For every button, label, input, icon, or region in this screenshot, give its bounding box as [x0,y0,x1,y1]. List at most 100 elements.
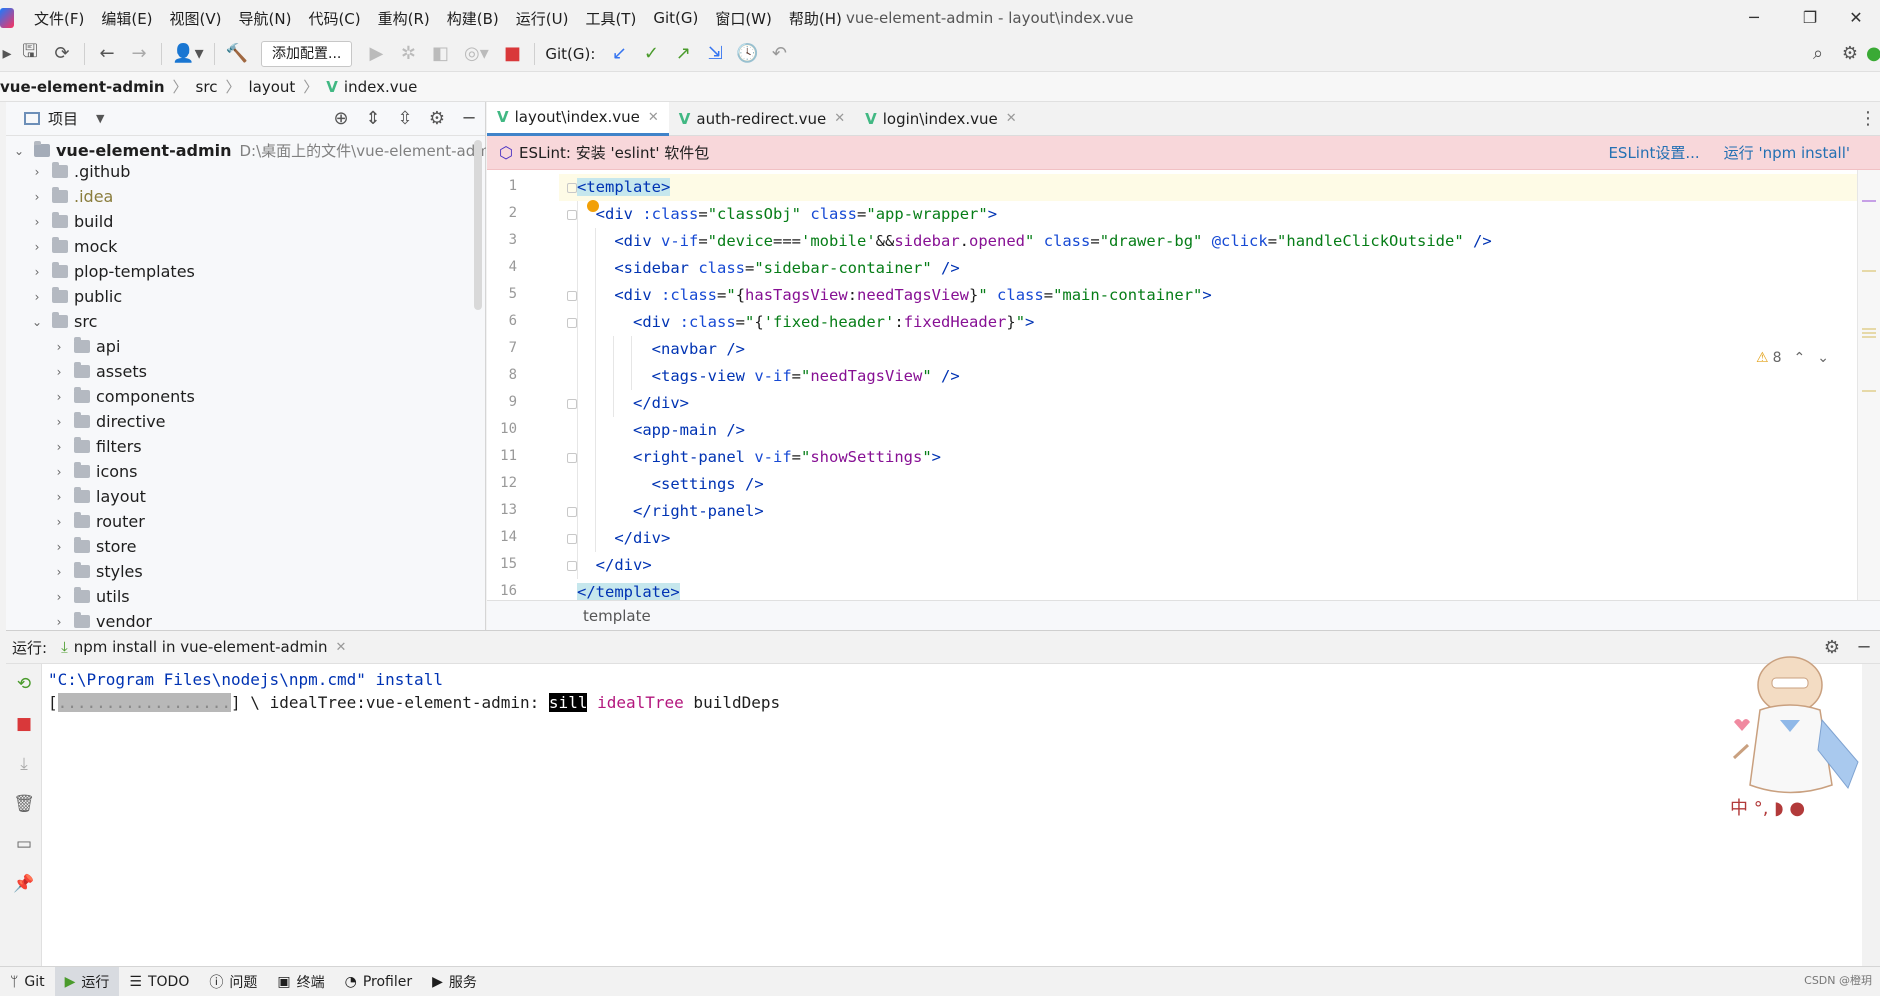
toolwindow-terminal[interactable]: ▣ 终端 [267,967,334,996]
chevron-right-icon[interactable]: › [50,540,68,554]
chevron-down-icon[interactable]: ▼ [96,112,104,125]
more-options-icon[interactable]: ⋮ [1856,108,1880,129]
close-icon[interactable]: ✕ [336,640,347,655]
build-hammer-icon[interactable]: 🔨 [221,43,253,64]
close-icon[interactable]: ✕ [834,111,845,126]
chevron-right-icon[interactable]: › [28,265,46,279]
options-gear-icon[interactable]: ⚙ [421,108,453,129]
chevron-right-icon[interactable]: › [50,340,68,354]
add-configuration-button[interactable]: 添加配置... [261,40,353,67]
tree-item[interactable]: › api [50,334,120,359]
run-icon[interactable]: ▶ [360,43,392,64]
menu-git[interactable]: Git(G) [653,9,698,27]
menu-edit[interactable]: 编辑(E) [101,8,152,29]
next-highlight-icon[interactable]: ⌄ [1817,350,1829,366]
editor-scrollbar-strip[interactable] [1857,170,1880,600]
stop-icon[interactable]: ■ [496,43,528,64]
previous-highlight-icon[interactable]: ⌃ [1794,350,1806,366]
history-icon[interactable]: 🕓 [731,43,763,64]
tree-item[interactable]: › router [50,509,145,534]
run-npm-install-link[interactable]: 运行 'npm install' [1724,142,1850,163]
scroll-to-end-icon[interactable]: ⤓ [6,744,42,784]
chevron-right-icon[interactable]: › [50,565,68,579]
open-icon[interactable]: ▸ [0,43,14,64]
inspection-widget[interactable]: ⚠ 8 ⌃ ⌄ [1756,350,1829,366]
tree-item[interactable]: › public [28,284,122,309]
breadcrumb-project[interactable]: vue-element-admin [0,78,165,96]
maximize-button[interactable]: ❐ [1782,0,1838,36]
back-icon[interactable]: ← [91,43,123,64]
git-merge-icon[interactable]: ⇲ [699,43,731,64]
menu-build[interactable]: 构建(B) [447,8,499,29]
chevron-right-icon[interactable]: › [50,365,68,379]
menu-refactor[interactable]: 重构(R) [378,8,430,29]
tree-item[interactable]: › layout [50,484,146,509]
clear-all-icon[interactable]: 🗑 [6,784,42,824]
chevron-right-icon[interactable]: › [50,390,68,404]
rerun-icon[interactable]: ⟲ [6,664,42,704]
tree-item[interactable]: › icons [50,459,138,484]
chevron-right-icon[interactable]: › [50,515,68,529]
menu-window[interactable]: 窗口(W) [715,8,772,29]
coverage-icon[interactable]: ◧ [424,43,456,64]
fold-marker-icon[interactable] [567,534,577,544]
git-commit-icon[interactable]: ✓ [635,43,667,64]
fold-marker-icon[interactable] [567,183,577,193]
menu-help[interactable]: 帮助(H) [789,8,842,29]
chevron-right-icon[interactable]: › [28,290,46,304]
rollback-icon[interactable]: ↶ [763,43,795,64]
tree-item[interactable]: › store [50,534,136,559]
profile-icon[interactable]: ◎▾ [456,43,496,64]
fold-marker-icon[interactable] [567,291,577,301]
stop-icon[interactable]: ■ [6,704,42,744]
menu-run[interactable]: 运行(U) [516,8,569,29]
chevron-right-icon[interactable]: › [50,440,68,454]
menu-file[interactable]: 文件(F) [34,8,84,29]
toolwindow-problems[interactable]: ⓘ 问题 [199,967,267,996]
collapse-all-icon[interactable]: ⇳ [389,108,421,129]
tree-item[interactable]: › directive [50,409,166,434]
breadcrumb-src[interactable]: src [196,78,218,96]
breadcrumb-layout[interactable]: layout [248,78,295,96]
tree-item[interactable]: › filters [50,434,142,459]
fold-marker-icon[interactable] [567,318,577,328]
layout-icon[interactable]: ▭ [6,824,42,864]
minimize-button[interactable]: ─ [1726,0,1782,36]
expand-all-icon[interactable]: ⇕ [357,108,389,129]
git-update-icon[interactable]: ↙ [603,43,635,64]
hide-panel-icon[interactable]: ─ [453,108,485,129]
tree-item[interactable]: › plop-templates [28,259,195,284]
tree-item[interactable]: ⌄ src [28,309,97,334]
forward-icon[interactable]: → [123,43,155,64]
fold-marker-icon[interactable] [567,507,577,517]
tree-scrollbar[interactable] [474,140,482,310]
chevron-down-icon[interactable]: ⌄ [28,315,46,329]
tree-item[interactable]: › .github [28,159,130,184]
search-icon[interactable]: ⌕ [1802,43,1834,64]
pin-tab-icon[interactable]: 📌 [6,864,42,904]
close-button[interactable]: ✕ [1832,0,1880,36]
tab-layout-index[interactable]: V layout\index.vue ✕ [487,101,669,136]
save-all-icon[interactable]: 🖫 [14,39,46,69]
chevron-down-icon[interactable]: ⌄ [10,144,28,158]
toolwindow-todo[interactable]: ☰ TODO [119,967,199,996]
run-tab-label[interactable]: npm install in vue-element-admin [74,638,328,656]
chevron-right-icon[interactable]: › [50,615,68,629]
project-view-label[interactable]: 项目 [48,108,78,129]
close-icon[interactable]: ✕ [648,110,659,125]
toolwindow-run[interactable]: ▶ 运行 [54,966,120,996]
code-editor[interactable]: 1 2 3 4 5 6 7 8 9 10 11 12 13 14 15 16 <… [487,170,1857,600]
fold-marker-icon[interactable] [567,210,577,220]
toolwindow-services[interactable]: ▶ 服务 [422,967,487,996]
debug-icon[interactable]: ✲ [392,43,424,64]
tree-item[interactable]: › vendor [50,609,152,630]
chevron-right-icon[interactable]: › [50,415,68,429]
user-icon[interactable]: 👤▾ [168,43,208,64]
tree-item[interactable]: › utils [50,584,130,609]
tab-auth-redirect[interactable]: V auth-redirect.vue ✕ [669,102,855,136]
tree-item[interactable]: › assets [50,359,147,384]
code-with-me-icon[interactable]: ● [1866,43,1880,64]
chevron-right-icon[interactable]: › [50,590,68,604]
close-icon[interactable]: ✕ [1006,111,1017,126]
menu-tools[interactable]: 工具(T) [585,8,636,29]
